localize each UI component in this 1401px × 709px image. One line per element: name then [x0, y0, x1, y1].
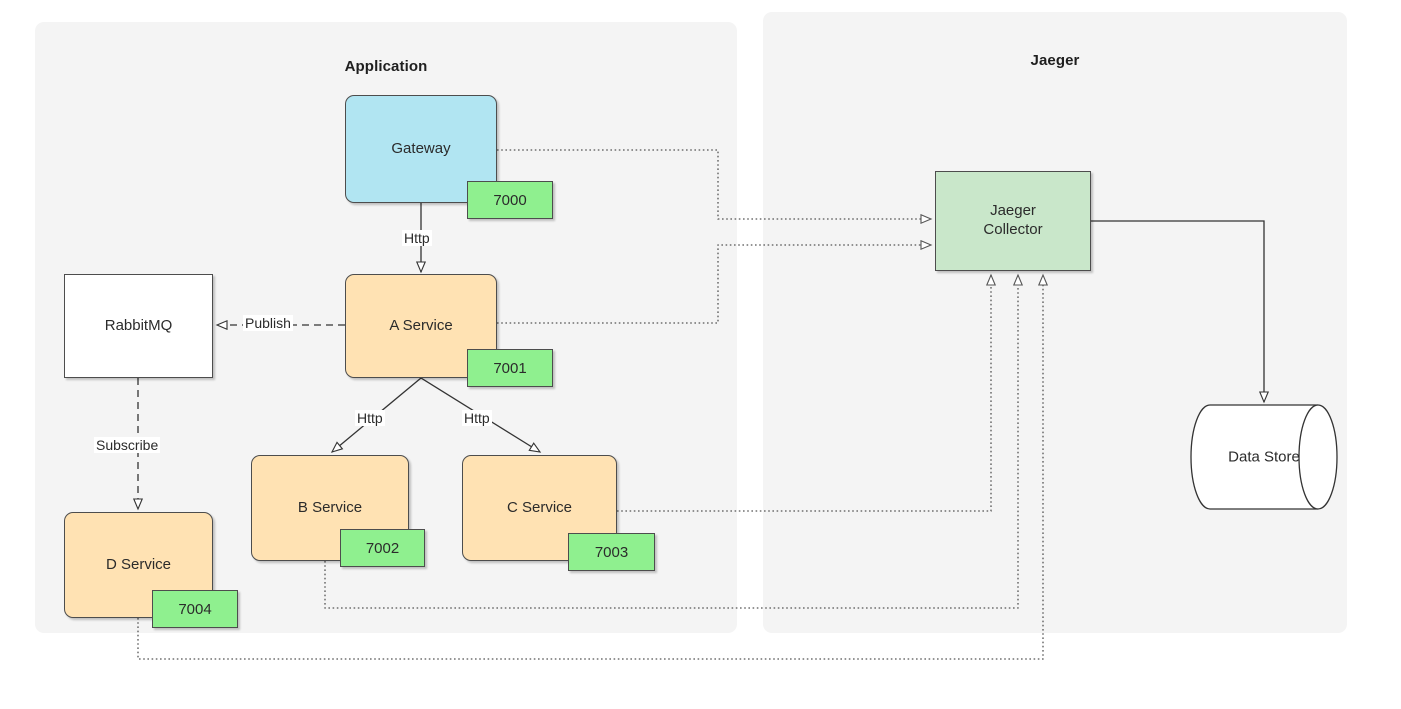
node-d-service-label: D Service [105, 555, 172, 573]
port-badge-b-service[interactable]: 7002 [340, 529, 425, 567]
node-rabbitmq[interactable]: RabbitMQ [64, 274, 213, 378]
port-badge-d-service-label: 7004 [178, 600, 212, 618]
node-jaeger-collector-label: Jaeger Collector [983, 202, 1043, 238]
port-badge-a-service-label: 7001 [493, 359, 527, 377]
port-badge-b-service-label: 7002 [365, 539, 400, 557]
node-a-service-label: A Service [389, 316, 453, 334]
port-badge-c-service[interactable]: 7003 [568, 533, 655, 571]
port-badge-a-service[interactable]: 7001 [467, 349, 553, 387]
node-data-store[interactable]: Data Store [1191, 405, 1337, 509]
node-b-service-label: B Service [297, 498, 363, 516]
panel-application-title: Application [344, 58, 428, 75]
node-data-store-label: Data Store [1228, 448, 1300, 466]
edge-label-publish: Publish [243, 315, 293, 331]
panel-jaeger-title: Jaeger [1030, 52, 1080, 69]
port-badge-d-service[interactable]: 7004 [152, 590, 238, 628]
panel-jaeger [763, 12, 1347, 633]
node-rabbitmq-label: RabbitMQ [104, 316, 173, 334]
node-gateway-label: Gateway [391, 139, 451, 157]
edge-label-http-gateway: Http [402, 230, 432, 246]
port-badge-gateway[interactable]: 7000 [467, 181, 553, 219]
node-jaeger-collector[interactable]: Jaeger Collector [935, 171, 1091, 271]
edge-label-http-c-service: Http [462, 410, 492, 426]
diagram-canvas: Application Jaeger Gateway RabbitMQ A Se… [0, 0, 1401, 709]
edge-label-http-b-service: Http [355, 410, 385, 426]
edge-label-subscribe: Subscribe [94, 437, 161, 453]
port-badge-gateway-label: 7000 [493, 191, 527, 209]
port-badge-c-service-label: 7003 [594, 543, 629, 561]
node-c-service-label: C Service [506, 498, 573, 516]
